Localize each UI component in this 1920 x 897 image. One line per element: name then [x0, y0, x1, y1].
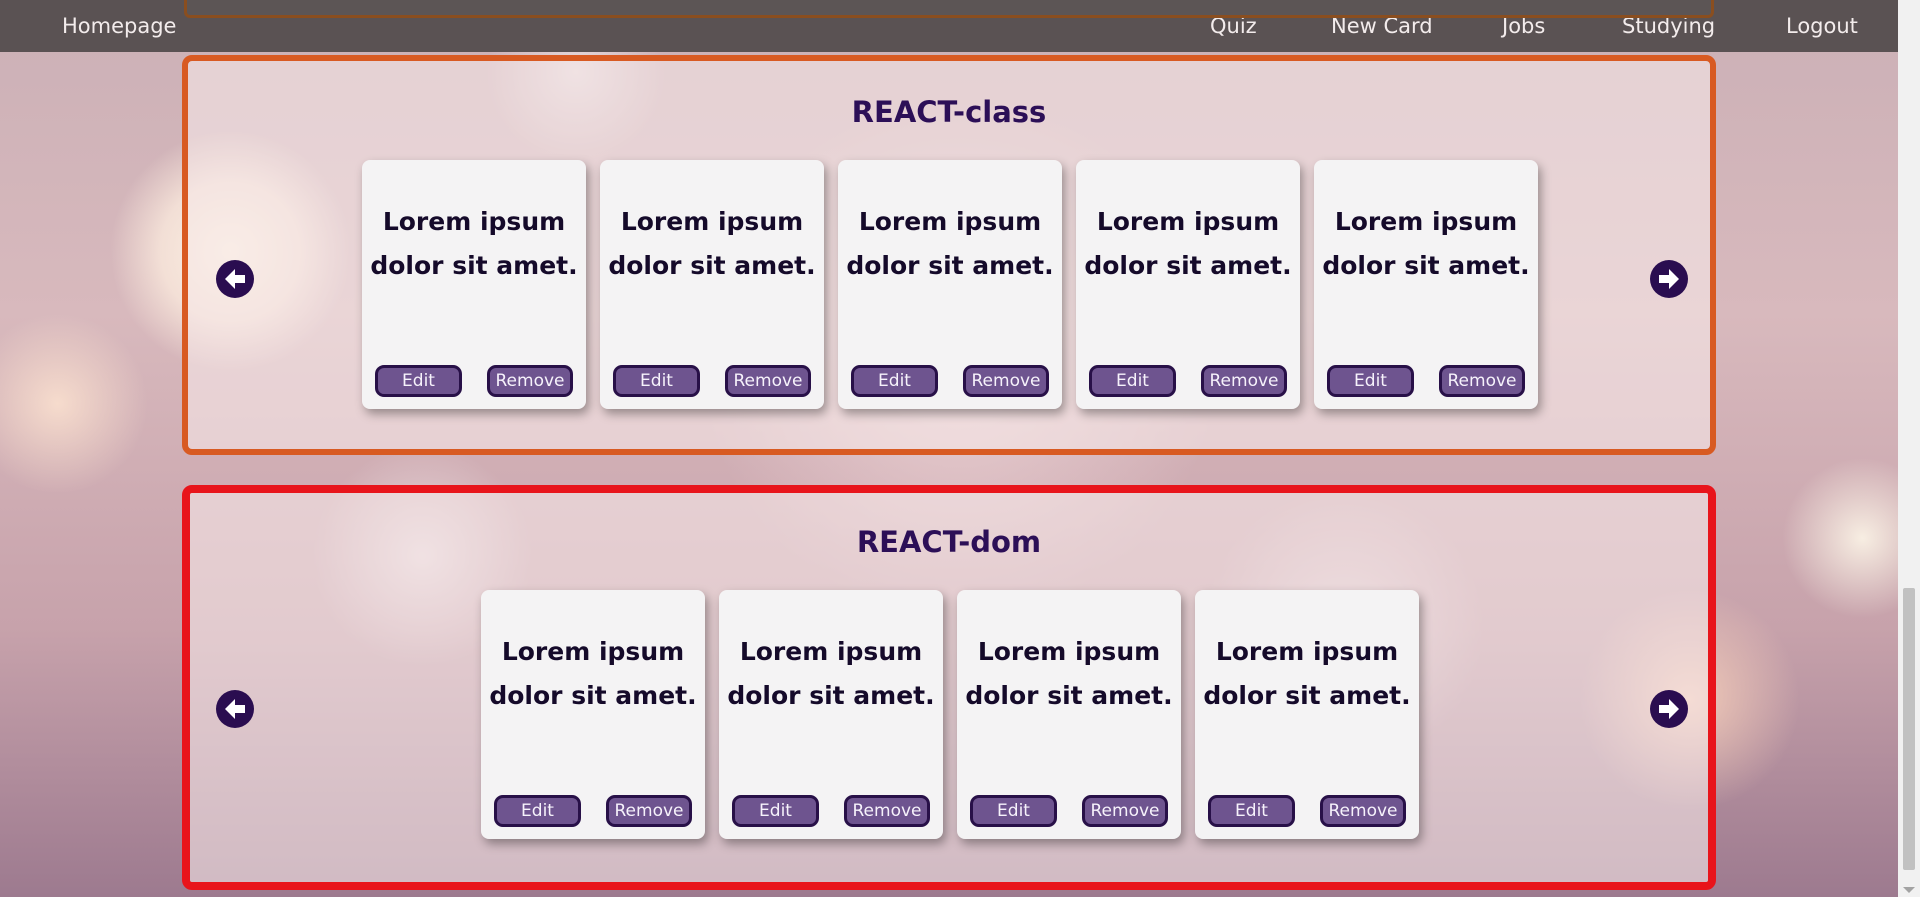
page-scrollbar[interactable]	[1898, 0, 1920, 897]
edit-button[interactable]: Edit	[851, 365, 938, 397]
remove-button[interactable]: Remove	[1201, 365, 1287, 397]
flash-card[interactable]: Lorem ipsum dolor sit amet. Edit Remove	[838, 160, 1062, 409]
deck-next-button[interactable]	[1650, 690, 1688, 728]
edit-button[interactable]: Edit	[613, 365, 700, 397]
card-question-text: Lorem ipsum dolor sit amet.	[370, 207, 578, 280]
remove-button[interactable]: Remove	[725, 365, 811, 397]
edit-button[interactable]: Edit	[1208, 795, 1295, 827]
edit-button[interactable]: Edit	[1327, 365, 1414, 397]
arrow-right-circle-icon	[1659, 269, 1679, 289]
flash-card[interactable]: Lorem ipsum dolor sit amet. Edit Remove	[362, 160, 586, 409]
card-question-text: Lorem ipsum dolor sit amet.	[965, 637, 1173, 710]
deck-prev-button[interactable]	[216, 260, 254, 298]
edit-button[interactable]: Edit	[1089, 365, 1176, 397]
card-question-text: Lorem ipsum dolor sit amet.	[1203, 637, 1411, 710]
remove-button[interactable]: Remove	[1082, 795, 1168, 827]
deck-panel-react-class: REACT-class Lorem ipsum dolor sit amet. …	[182, 55, 1716, 455]
deck-prev-button[interactable]	[216, 690, 254, 728]
card-question-text: Lorem ipsum dolor sit amet.	[846, 207, 1054, 280]
nav-homepage-link[interactable]: Homepage	[62, 0, 176, 52]
card-question-text: Lorem ipsum dolor sit amet.	[727, 637, 935, 710]
scroll-down-arrow-icon[interactable]	[1903, 887, 1915, 893]
remove-button[interactable]: Remove	[1439, 365, 1525, 397]
remove-button[interactable]: Remove	[1320, 795, 1406, 827]
card-question-text: Lorem ipsum dolor sit amet.	[489, 637, 697, 710]
nav-logout-link[interactable]: Logout	[1786, 0, 1858, 52]
remove-button[interactable]: Remove	[606, 795, 692, 827]
remove-button[interactable]: Remove	[844, 795, 930, 827]
deck-title: REACT-dom	[856, 525, 1042, 559]
flash-card[interactable]: Lorem ipsum dolor sit amet. Edit Remove	[481, 590, 705, 839]
flash-card[interactable]: Lorem ipsum dolor sit amet. Edit Remove	[1195, 590, 1419, 839]
arrow-left-circle-icon	[225, 269, 245, 289]
card-carousel: Lorem ipsum dolor sit amet. Edit Remove …	[481, 590, 1419, 839]
flash-card[interactable]: Lorem ipsum dolor sit amet. Edit Remove	[1314, 160, 1538, 409]
flash-card[interactable]: Lorem ipsum dolor sit amet. Edit Remove	[957, 590, 1181, 839]
flash-card[interactable]: Lorem ipsum dolor sit amet. Edit Remove	[1076, 160, 1300, 409]
edit-button[interactable]: Edit	[375, 365, 462, 397]
previous-deck-panel-edge	[184, 0, 1714, 18]
card-question-text: Lorem ipsum dolor sit amet.	[1322, 207, 1530, 280]
card-question-text: Lorem ipsum dolor sit amet.	[1084, 207, 1292, 280]
edit-button[interactable]: Edit	[494, 795, 581, 827]
scrollbar-thumb[interactable]	[1903, 588, 1915, 870]
card-question-text: Lorem ipsum dolor sit amet.	[608, 207, 816, 280]
arrow-right-circle-icon	[1659, 699, 1679, 719]
edit-button[interactable]: Edit	[732, 795, 819, 827]
remove-button[interactable]: Remove	[487, 365, 573, 397]
deck-next-button[interactable]	[1650, 260, 1688, 298]
deck-panel-react-dom: REACT-dom Lorem ipsum dolor sit amet. Ed…	[182, 485, 1716, 890]
flash-card[interactable]: Lorem ipsum dolor sit amet. Edit Remove	[600, 160, 824, 409]
edit-button[interactable]: Edit	[970, 795, 1057, 827]
arrow-left-circle-icon	[225, 699, 245, 719]
deck-title: REACT-class	[851, 95, 1047, 129]
remove-button[interactable]: Remove	[963, 365, 1049, 397]
card-carousel: Lorem ipsum dolor sit amet. Edit Remove …	[362, 160, 1538, 409]
flash-card[interactable]: Lorem ipsum dolor sit amet. Edit Remove	[719, 590, 943, 839]
